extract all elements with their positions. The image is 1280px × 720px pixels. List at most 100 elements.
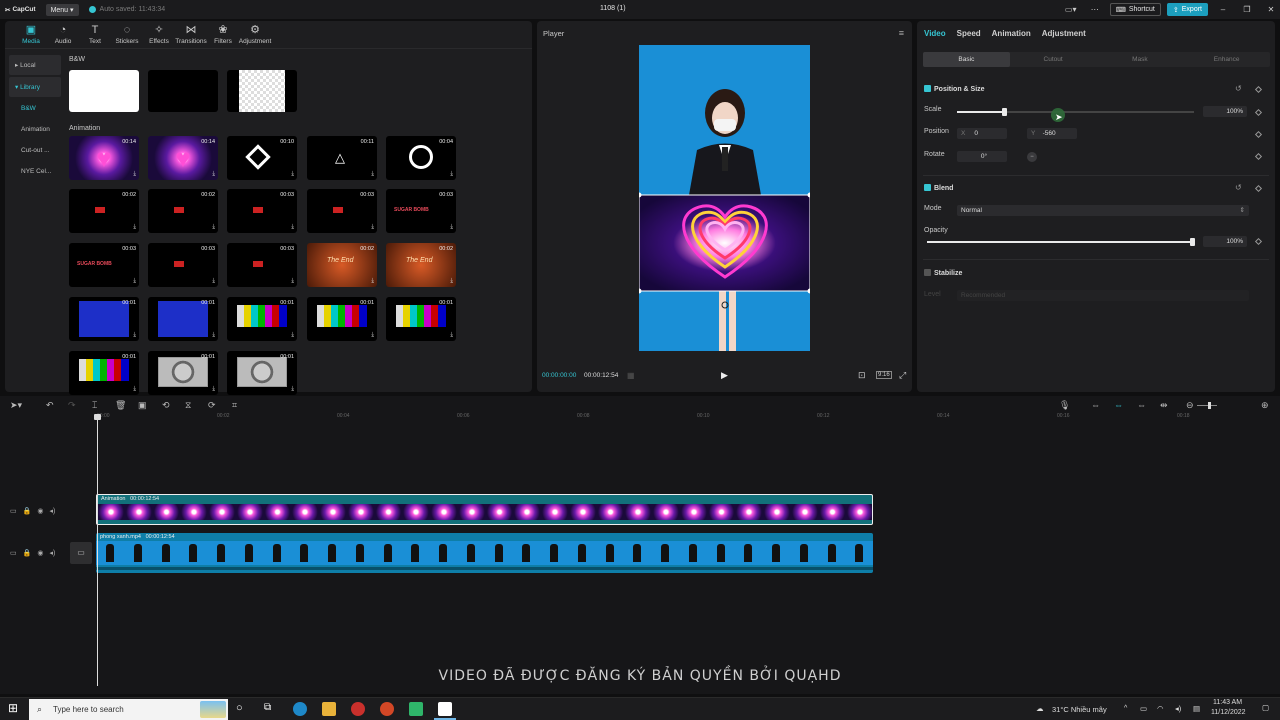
- download-icon[interactable]: ⤓: [371, 332, 374, 339]
- tab-adjustment[interactable]: Adjustment: [1042, 29, 1086, 38]
- lock-icon[interactable]: 🔒: [23, 549, 32, 557]
- media-thumb-animation[interactable]: 00:02 ⤓: [69, 189, 139, 233]
- download-icon[interactable]: ⤓: [450, 278, 453, 285]
- position-size-header[interactable]: Position & Size: [924, 85, 985, 93]
- notification-icon[interactable]: ▢: [1262, 703, 1269, 712]
- media-thumb-black[interactable]: [148, 70, 218, 112]
- tray-chevron-icon[interactable]: ^: [1124, 705, 1127, 712]
- download-icon[interactable]: ⤓: [212, 386, 215, 393]
- eye-icon[interactable]: ◉: [37, 507, 43, 515]
- media-thumb-animation[interactable]: 00:03 ⤓: [307, 189, 377, 233]
- subtab-cutout[interactable]: Cutout: [1010, 52, 1097, 67]
- position-x-field[interactable]: X 0: [957, 128, 1007, 139]
- ratio-button[interactable]: 9:16: [876, 371, 892, 379]
- network-icon[interactable]: ◠: [1157, 704, 1164, 713]
- audio-icon[interactable]: ◂): [49, 549, 55, 557]
- app-record-icon[interactable]: [351, 702, 365, 716]
- maximize-icon[interactable]: ❐: [1238, 5, 1256, 14]
- select-tool-icon[interactable]: ➤▾: [10, 400, 22, 411]
- zoom-out-icon[interactable]: ⊖: [1186, 400, 1194, 411]
- link-icon[interactable]: ⇔: [1091, 400, 1100, 410]
- sidebar-item-bw[interactable]: B&W: [9, 99, 61, 118]
- reverse-icon[interactable]: ⟲: [162, 400, 170, 411]
- tab-transitions[interactable]: ⋈ Transitions: [175, 23, 207, 45]
- media-thumb-animation[interactable]: 00:03 ⤓: [148, 243, 218, 287]
- download-icon[interactable]: ⤓: [371, 278, 374, 285]
- subtab-basic[interactable]: Basic: [923, 52, 1010, 67]
- reset-icon[interactable]: ↺: [1235, 84, 1242, 93]
- media-thumb-animation[interactable]: 00:01 ⤓: [227, 351, 297, 395]
- tab-video[interactable]: Video: [924, 29, 946, 38]
- download-icon[interactable]: ⤓: [291, 332, 294, 339]
- download-icon[interactable]: ⤓: [371, 171, 374, 178]
- player-menu-icon[interactable]: ≡: [899, 28, 904, 38]
- tab-media[interactable]: ▣ Media: [15, 23, 47, 45]
- tab-speed[interactable]: Speed: [957, 29, 981, 38]
- media-thumb-transparent[interactable]: [227, 70, 297, 112]
- taskbar-search[interactable]: ⌕ Type here to search: [29, 699, 228, 720]
- fit-icon[interactable]: ⊡: [858, 370, 866, 381]
- scale-slider-knob[interactable]: [1002, 108, 1008, 116]
- tab-stickers[interactable]: ◌ Stickers: [111, 23, 143, 45]
- download-icon[interactable]: ⤓: [212, 171, 215, 178]
- media-thumb-animation[interactable]: ♥ 00:14 ⤓: [69, 136, 139, 180]
- redo-icon[interactable]: ↷: [68, 400, 76, 411]
- download-icon[interactable]: ⤓: [450, 332, 453, 339]
- download-icon[interactable]: ⤓: [291, 278, 294, 285]
- minimize-icon[interactable]: –: [1214, 5, 1232, 14]
- powerpoint-icon[interactable]: [380, 702, 394, 716]
- download-icon[interactable]: ⤓: [212, 332, 215, 339]
- battery-icon[interactable]: ▭: [1140, 704, 1147, 713]
- scale-slider[interactable]: [957, 108, 1194, 116]
- checkbox-icon[interactable]: [924, 269, 931, 276]
- shortcut-button[interactable]: ⌨ Shortcut: [1109, 3, 1161, 16]
- tab-effects[interactable]: ✧ Effects: [143, 23, 175, 45]
- media-thumb-animation[interactable]: SUGAR BOMB 00:03 ⤓: [386, 189, 456, 233]
- windows-start-icon[interactable]: ⊞: [8, 702, 18, 714]
- media-thumb-animation[interactable]: 00:10 ⤓: [227, 136, 297, 180]
- media-thumb-animation[interactable]: SUGAR BOMB 00:03 ⤓: [69, 243, 139, 287]
- sidebar-item-library[interactable]: ▾ Library: [9, 77, 61, 97]
- media-thumb-animation[interactable]: 00:01 ⤓: [69, 297, 139, 341]
- magnet-icon[interactable]: ⇔: [1114, 400, 1123, 410]
- scale-value-field[interactable]: 100%: [1203, 106, 1247, 117]
- opacity-value-field[interactable]: 100%: [1203, 236, 1247, 247]
- lock-icon[interactable]: 🔒: [23, 507, 32, 515]
- video-preview[interactable]: [639, 45, 810, 351]
- sidebar-item-local[interactable]: ▸ Local: [9, 55, 61, 75]
- sidebar-item-animation[interactable]: Animation: [9, 120, 61, 139]
- media-thumb-animation[interactable]: 00:01 ⤓: [69, 351, 139, 395]
- rotate-icon[interactable]: ⟳: [208, 400, 216, 411]
- opacity-slider[interactable]: [927, 238, 1195, 246]
- close-icon[interactable]: ✕: [1262, 5, 1280, 14]
- media-thumb-animation[interactable]: 00:01 ⤓: [148, 297, 218, 341]
- keyframe-icon[interactable]: [1254, 130, 1263, 139]
- media-thumb-animation[interactable]: 00:01 ⤓: [307, 297, 377, 341]
- media-thumb-animation[interactable]: The End 00:02 ⤓: [386, 243, 456, 287]
- media-thumb-animation[interactable]: 00:03 ⤓: [227, 189, 297, 233]
- track-animation[interactable]: Animation 00:00:12:54: [96, 494, 873, 525]
- preview-axis-icon[interactable]: ⇹: [1160, 400, 1168, 411]
- cortana-icon[interactable]: ○: [236, 702, 243, 714]
- download-icon[interactable]: ⤓: [133, 386, 136, 393]
- clock-time[interactable]: 11:43 AM: [1213, 699, 1242, 706]
- timeline-ruler[interactable]: 00:00 00:02 00:04 00:06 00:08 00:10 00:12 00:14…: [97, 413, 1280, 421]
- media-thumb-animation[interactable]: 00:04 ⤓: [386, 136, 456, 180]
- zoom-slider[interactable]: [1197, 405, 1217, 406]
- download-icon[interactable]: ⤓: [450, 224, 453, 231]
- play-icon[interactable]: ▶: [721, 370, 728, 381]
- tab-animation[interactable]: Animation: [992, 29, 1031, 38]
- download-icon[interactable]: ⤓: [450, 171, 453, 178]
- undo-icon[interactable]: ↶: [46, 400, 54, 411]
- clock-date[interactable]: 11/12/2022: [1211, 709, 1246, 716]
- subtab-mask[interactable]: Mask: [1097, 52, 1184, 67]
- export-button[interactable]: ⇪ Export: [1166, 3, 1208, 16]
- more-icon[interactable]: ⋯: [1086, 5, 1104, 14]
- level-select[interactable]: Recommended: [957, 290, 1249, 301]
- delete-icon[interactable]: 🗑: [115, 400, 126, 411]
- position-y-field[interactable]: Y -560: [1027, 128, 1077, 139]
- mode-select[interactable]: Normal ⇕: [957, 205, 1249, 216]
- fullscreen-icon[interactable]: ⤢: [899, 370, 906, 381]
- sidebar-item-cutout[interactable]: Cut-out ...: [9, 141, 61, 160]
- tab-filters[interactable]: ❀ Filters: [207, 23, 239, 45]
